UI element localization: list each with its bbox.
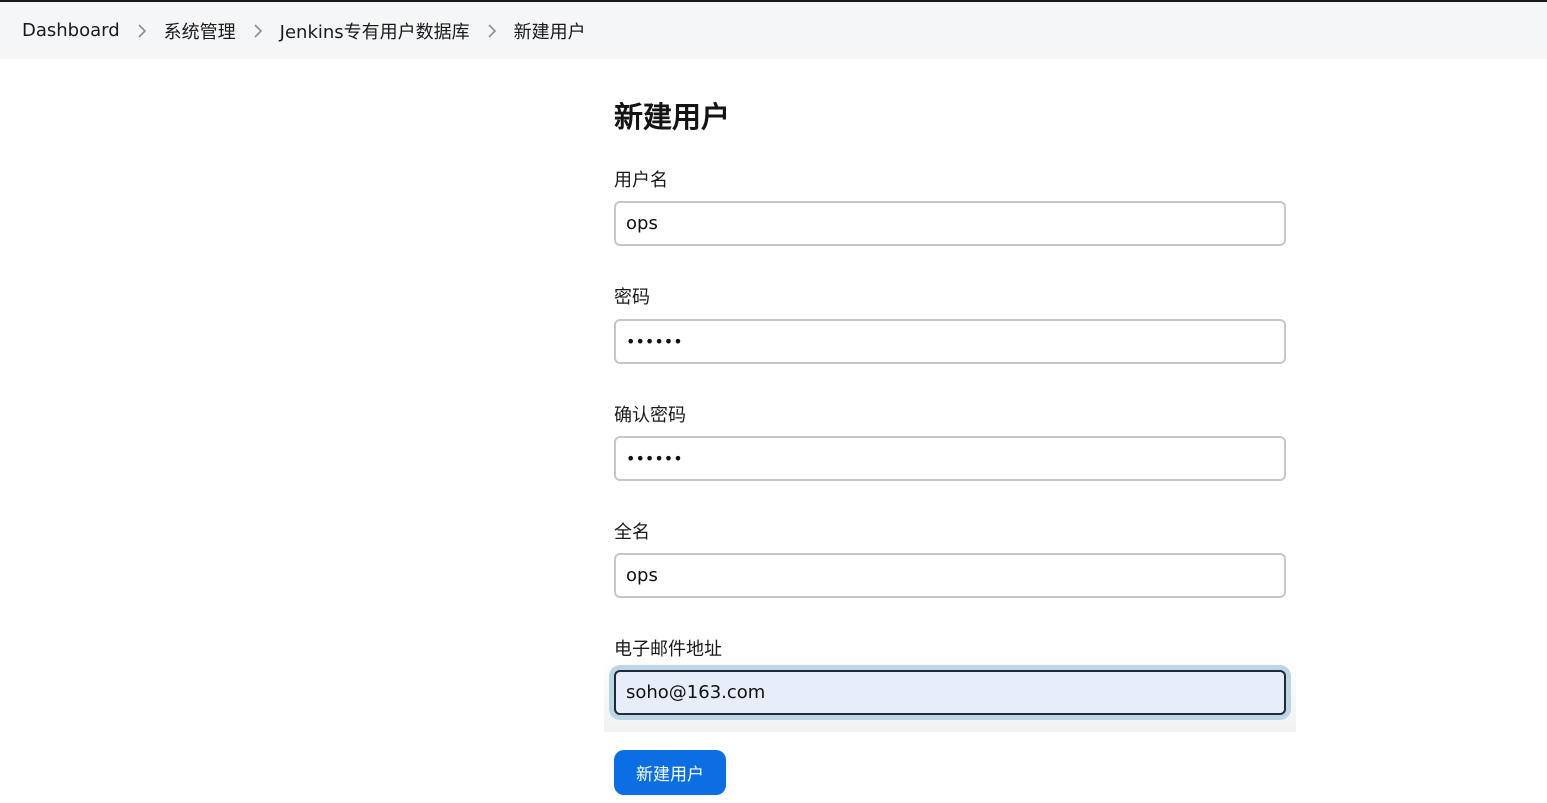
chevron-right-icon	[236, 21, 280, 41]
password-label: 密码	[614, 287, 650, 308]
breadcrumb-user-database[interactable]: Jenkins专有用户数据库	[280, 18, 470, 44]
breadcrumb: Dashboard 系统管理 Jenkins专有用户数据库 新建用户	[0, 2, 1547, 59]
username-label: 用户名	[614, 170, 668, 191]
breadcrumb-system-management[interactable]: 系统管理	[164, 18, 236, 44]
create-user-button[interactable]: 新建用户	[614, 750, 726, 795]
chevron-right-icon	[470, 21, 514, 41]
fullname-input[interactable]	[614, 553, 1286, 598]
page-title: 新建用户	[614, 100, 731, 134]
chevron-right-icon	[120, 21, 164, 41]
email-label: 电子邮件地址	[614, 639, 722, 660]
confirm-password-input[interactable]	[614, 436, 1286, 481]
confirm-password-label: 确认密码	[614, 405, 686, 426]
fullname-label: 全名	[614, 522, 650, 543]
email-input[interactable]	[614, 670, 1286, 715]
breadcrumb-dashboard[interactable]: Dashboard	[22, 20, 120, 41]
password-input[interactable]	[614, 319, 1286, 364]
breadcrumb-create-user: 新建用户	[513, 21, 586, 43]
username-input[interactable]	[614, 201, 1286, 246]
